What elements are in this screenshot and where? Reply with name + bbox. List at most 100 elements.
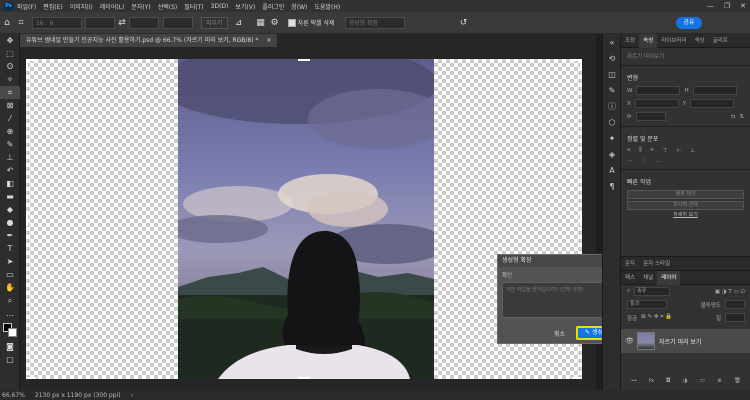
distribute-v-icon[interactable]: ⋮	[642, 158, 648, 164]
distribute-more-icon[interactable]: …	[656, 158, 662, 164]
zoom-tool-icon[interactable]: ⌕	[0, 294, 20, 307]
dodge-tool-icon[interactable]: ●	[0, 216, 20, 229]
info-icon[interactable]: ⓘ	[603, 98, 621, 114]
gradient-tool-icon[interactable]: ▬	[0, 190, 20, 203]
menu-image[interactable]: 이미지(I)	[70, 2, 93, 11]
rotation-input[interactable]	[635, 112, 666, 121]
more-tools-icon[interactable]: …	[0, 307, 20, 320]
layer-kind-select[interactable]: 종류	[634, 287, 671, 296]
remove-background-button[interactable]: 배경 제거	[627, 190, 744, 199]
menu-type[interactable]: 문자(Y)	[131, 2, 150, 11]
clear-button[interactable]: 지우기	[201, 16, 228, 29]
tab-character-styles[interactable]: 문자 스타일	[639, 257, 674, 271]
eyedropper-tool-icon[interactable]: ⁄	[0, 112, 20, 125]
tab-libraries[interactable]: 라이브러리	[657, 34, 690, 48]
adjustment-icon[interactable]: ◑	[683, 378, 688, 384]
magic-wand-tool-icon[interactable]: ✧	[0, 73, 20, 86]
eraser-tool-icon[interactable]: ◧	[0, 177, 20, 190]
collapse-arrows-icon[interactable]: «	[603, 34, 621, 50]
crop-tool-icon[interactable]: ⌗	[0, 86, 20, 99]
tab-layers[interactable]: 레이어	[657, 270, 681, 285]
crop-handle-right[interactable]	[580, 214, 582, 226]
delete-cropped-pixels-option[interactable]: 자른 픽셀 삭제	[287, 18, 335, 27]
lasso-tool-icon[interactable]: ʘ	[0, 60, 20, 73]
crop-handle-bottom-right[interactable]	[572, 377, 582, 379]
shape-tool-icon[interactable]: ▭	[0, 268, 20, 281]
menu-3d[interactable]: 3D(D)	[211, 3, 229, 10]
y-input[interactable]	[690, 99, 735, 108]
hand-tool-icon[interactable]: ✋	[0, 281, 20, 294]
dialog-title-bar[interactable]: 생성형 확장 ×	[498, 255, 617, 267]
maximize-button[interactable]: ❐	[724, 0, 730, 12]
generative-expand-select[interactable]: 생성형 확장	[344, 16, 405, 29]
layer-name[interactable]: 자르기 미리 보기	[659, 337, 701, 346]
group-folder-icon[interactable]: ▭	[700, 378, 705, 384]
background-color-swatch[interactable]	[8, 328, 17, 337]
quick-mask-icon[interactable]: ◙	[0, 340, 20, 353]
prompt-input[interactable]: 어떤 작업을 원하십니까? (선택 사항)	[502, 282, 613, 318]
minimize-button[interactable]: —	[707, 0, 714, 12]
paragraph-icon[interactable]: ¶	[603, 178, 621, 194]
crop-handle-top-left-h[interactable]	[26, 59, 36, 61]
align-middle-icon[interactable]: ⊢	[677, 148, 682, 154]
reset-icon[interactable]: ↺	[457, 16, 471, 30]
transform-section-title[interactable]: 변형	[621, 69, 750, 84]
frame-tool-icon[interactable]: ⊠	[0, 99, 20, 112]
menu-view[interactable]: 보기(V)	[235, 2, 255, 11]
crop-handle-top-right-v[interactable]	[580, 59, 582, 69]
fill-input[interactable]	[725, 313, 745, 322]
straighten-icon[interactable]: ⊿	[232, 16, 246, 30]
brushes-icon[interactable]: ✎	[603, 82, 621, 98]
styles-icon[interactable]: ◈	[603, 146, 621, 162]
blur-tool-icon[interactable]: ◆	[0, 203, 20, 216]
crop-tool-icon[interactable]: ⌗	[14, 16, 28, 30]
menu-plugins[interactable]: 플러그인	[262, 2, 284, 11]
mask-icon[interactable]: ◘	[666, 378, 670, 384]
move-tool-icon[interactable]: ✥	[0, 34, 20, 47]
blend-mode-select[interactable]: 통과	[627, 300, 667, 309]
fill-option[interactable]: 생성형 확장	[344, 16, 405, 29]
close-window-button[interactable]: ✕	[740, 0, 746, 12]
swap-icon[interactable]: ⇄	[115, 16, 129, 30]
link-icon[interactable]: ⊶	[631, 378, 637, 384]
path-select-tool-icon[interactable]: ➤	[0, 255, 20, 268]
home-icon[interactable]: ⌂	[0, 16, 14, 30]
3d-cube-icon[interactable]: ⬡	[603, 114, 621, 130]
flip-h-icon[interactable]: ⇆	[731, 114, 736, 120]
tab-properties[interactable]: 속성	[639, 33, 658, 48]
screen-mode-icon[interactable]: ▢	[0, 353, 20, 366]
menu-file[interactable]: 파일(F)	[17, 2, 36, 11]
crop-handle-bottom[interactable]	[298, 377, 310, 379]
learn-more-link[interactable]: 자세히 보기	[627, 212, 744, 221]
delete-cropped-checkbox[interactable]	[287, 18, 296, 27]
align-section-title[interactable]: 정렬 및 분포	[621, 130, 750, 145]
menu-select[interactable]: 선택(S)	[158, 2, 178, 11]
share-button[interactable]: 공유	[676, 17, 702, 29]
color-swatches[interactable]	[0, 320, 20, 340]
x-input[interactable]	[634, 99, 679, 108]
paths-icon[interactable]: ✦	[603, 130, 621, 146]
eye-icon[interactable]: 👁	[625, 337, 634, 345]
close-tab-icon[interactable]: ×	[266, 37, 271, 44]
ratio-select[interactable]: 16 : 9	[32, 16, 82, 29]
type-tool-icon[interactable]: T	[0, 242, 20, 255]
trash-icon[interactable]: 🗑	[734, 378, 741, 384]
tab-channels[interactable]: 채널	[639, 271, 657, 285]
crop-handle-left[interactable]	[26, 214, 28, 226]
zoom-level[interactable]: 66.67%	[2, 392, 25, 399]
layer-row[interactable]: 👁 자르기 미리 보기	[621, 329, 750, 353]
fx-icon[interactable]: fx	[649, 378, 654, 384]
new-layer-icon[interactable]: ⊕	[717, 378, 722, 384]
pen-tool-icon[interactable]: ✒	[0, 229, 20, 242]
width-input[interactable]	[636, 86, 681, 95]
align-bottom-icon[interactable]: ⊥	[690, 148, 695, 154]
crop-handle-top[interactable]	[298, 59, 310, 61]
document-tab[interactable]: 유튜브 썸네일 만들기 인공지능 사진 활용하기.psd @ 66.7% (자르…	[20, 34, 278, 47]
stamp-tool-icon[interactable]: ⊥	[0, 151, 20, 164]
tab-color[interactable]: 색상	[691, 34, 709, 48]
cancel-button[interactable]: 취소	[554, 329, 565, 338]
status-arrow-icon[interactable]: ›	[131, 392, 133, 399]
tab-paths[interactable]: 패스	[621, 271, 639, 285]
healing-brush-tool-icon[interactable]: ⊕	[0, 125, 20, 138]
height-input[interactable]	[692, 86, 737, 95]
